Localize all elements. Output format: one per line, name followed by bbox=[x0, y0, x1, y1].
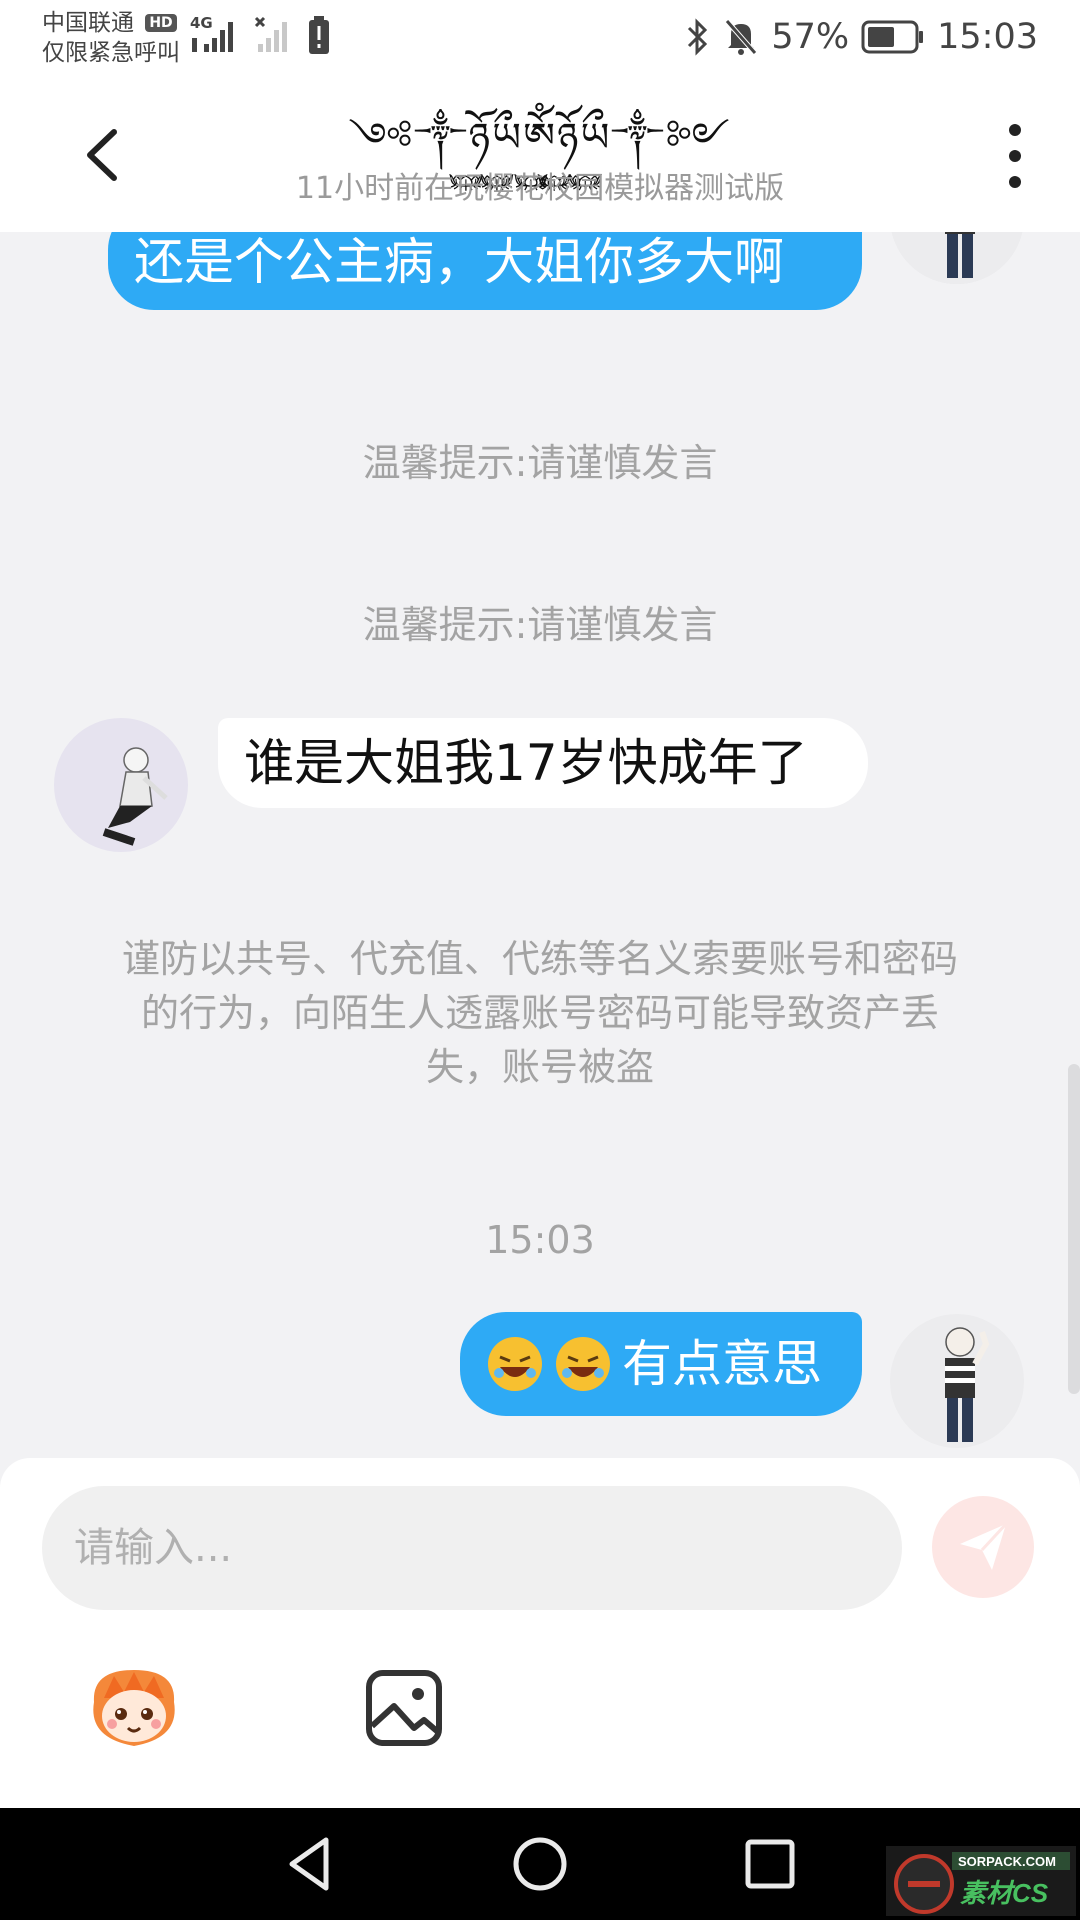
image-icon bbox=[366, 1670, 442, 1746]
watermark-logo: SORPACK.COM 素材CS bbox=[886, 1846, 1076, 1916]
message-text: 还是个公主病，大姐你多大啊 bbox=[134, 233, 784, 291]
watermark-line2: 素材CS bbox=[960, 1878, 1049, 1908]
back-arrow-icon bbox=[87, 129, 117, 181]
character-avatar-icon bbox=[890, 232, 1024, 284]
rolling-laughing-emoji-icon bbox=[556, 1337, 610, 1391]
character-avatar-icon bbox=[54, 718, 188, 852]
more-vertical-icon bbox=[1009, 124, 1021, 188]
status-right: 57% 15:03 bbox=[685, 14, 1038, 60]
message-text: 谁是大姐我17岁快成年了 bbox=[244, 734, 808, 792]
chat-header: ༺༒ཉོ࿆ཡྀ࿆ༀ࿆ཉོ࿆ཡྀ࿆༒༻ 11小时前在玩樱花校园模拟器测试版 bbox=[0, 80, 1080, 232]
chat-subtitle: 11小时前在玩樱花校园模拟器测试版 bbox=[295, 171, 785, 206]
back-button[interactable] bbox=[70, 120, 140, 190]
recents-square-icon[interactable] bbox=[740, 1834, 800, 1894]
tip-notice: 温馨提示:请谨慎发言 bbox=[362, 603, 718, 647]
my-avatar[interactable] bbox=[890, 1314, 1024, 1448]
emergency-only-label: 仅限紧急呼叫 bbox=[42, 40, 180, 66]
message-text: 有点意思 bbox=[622, 1335, 822, 1393]
sticker-button[interactable] bbox=[84, 1658, 184, 1758]
clock: 15:03 bbox=[937, 17, 1038, 57]
contact-avatar[interactable] bbox=[54, 718, 188, 852]
bluetooth-icon bbox=[688, 18, 708, 56]
carrier-info: 中国联通 HD 仅限紧急呼叫 bbox=[42, 8, 180, 68]
sticker-icon bbox=[93, 1670, 175, 1746]
send-button[interactable] bbox=[932, 1496, 1034, 1598]
battery-icon bbox=[861, 20, 924, 54]
character-avatar-icon bbox=[890, 1314, 1024, 1448]
chat-scrollbar[interactable] bbox=[1068, 1064, 1080, 1394]
watermark-logo-icon: SORPACK.COM 素材CS bbox=[886, 1846, 1076, 1916]
more-options-button[interactable] bbox=[970, 118, 1040, 194]
rolling-laughing-emoji-icon bbox=[488, 1337, 542, 1391]
message-bubble-received[interactable]: 谁是大姐我17岁快成年了 bbox=[218, 718, 868, 808]
message-bubble-sent[interactable]: 还是个公主病，大姐你多大啊 bbox=[108, 232, 862, 310]
signal-icon bbox=[192, 22, 233, 52]
tip-notice: 温馨提示:请谨慎发言 bbox=[362, 441, 718, 485]
image-button[interactable] bbox=[364, 1668, 444, 1748]
status-bar: 中国联通 HD 仅限紧急呼叫 4G 57% 15:03 bbox=[0, 0, 1080, 80]
mute-bell-icon bbox=[725, 19, 758, 55]
home-circle-icon[interactable] bbox=[510, 1834, 570, 1894]
security-notice: 谨防以共号、代充值、代练等名义索要账号和密码的行为，向陌生人透露账号密码可能导致… bbox=[121, 937, 958, 1089]
battery-percent: 57% bbox=[771, 17, 850, 57]
back-triangle-icon[interactable] bbox=[280, 1834, 340, 1894]
message-input[interactable] bbox=[42, 1486, 902, 1610]
message-timestamp: 15:03 bbox=[485, 1218, 595, 1262]
hd-badge: HD bbox=[145, 14, 177, 32]
message-bubble-sent[interactable]: 有点意思 bbox=[460, 1312, 862, 1416]
no-signal-icon bbox=[254, 16, 287, 52]
carrier-name: 中国联通 bbox=[42, 10, 134, 36]
send-paper-plane-icon bbox=[960, 1522, 1008, 1570]
my-avatar[interactable] bbox=[890, 232, 1024, 284]
watermark-line1: SORPACK.COM bbox=[958, 1854, 1056, 1869]
signal-group: 4G bbox=[190, 12, 330, 58]
chat-area[interactable]: 还是个公主病，大姐你多大啊 温馨提示:请谨慎发言 温馨提示:请谨慎发言 谁是大姐… bbox=[0, 232, 1080, 1460]
input-panel bbox=[0, 1458, 1080, 1808]
battery-alert-icon bbox=[309, 16, 329, 54]
